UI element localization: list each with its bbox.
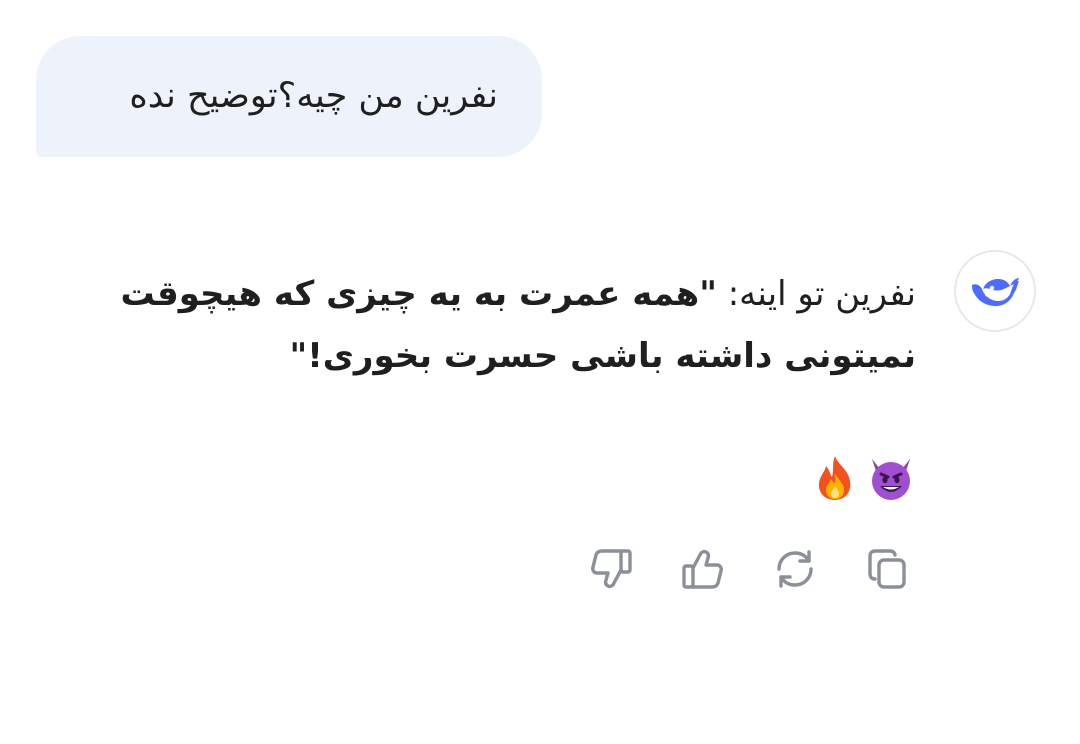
smiling-face-with-horns-icon [872, 459, 910, 500]
thumbs-up-icon [682, 549, 723, 589]
message-actions [588, 546, 910, 592]
copy-button[interactable] [864, 546, 910, 592]
fire-icon [818, 456, 851, 500]
copy-icon [868, 549, 906, 589]
user-message-text: نفرین من چیه؟توضیح نده [129, 76, 498, 116]
thumbs-down-icon [591, 549, 632, 589]
user-message-bubble: نفرین من چیه؟توضیح نده [36, 36, 542, 157]
like-button[interactable] [680, 546, 726, 592]
dislike-button[interactable] [588, 546, 634, 592]
assistant-lead-text: نفرین تو اینه: [716, 274, 916, 314]
deepseek-whale-logo-icon [972, 278, 1019, 306]
assistant-avatar [954, 250, 1036, 332]
assistant-message: نفرین تو اینه: "همه عمرت به یه چیزی که ه… [76, 263, 916, 387]
regenerate-button[interactable] [772, 546, 818, 592]
emoji-line [810, 448, 916, 508]
refresh-icon [777, 550, 813, 588]
